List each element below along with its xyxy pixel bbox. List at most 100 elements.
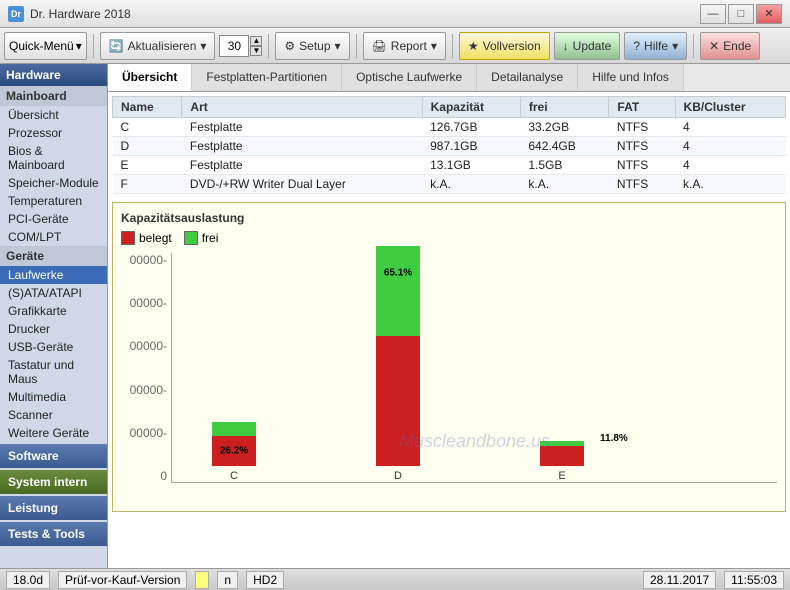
report-chevron-icon: ▾ [431, 39, 437, 53]
setup-button[interactable]: ⚙ Setup ▾ [275, 32, 349, 60]
bar-free-d: 65.1% [376, 246, 420, 336]
app-title: Dr. Hardware 2018 [30, 7, 131, 21]
bar-free-c [212, 422, 256, 436]
refresh-number-input[interactable] [219, 35, 249, 57]
sidebar-item-uebersicht[interactable]: Übersicht [0, 106, 107, 124]
sidebar-item-temperaturen[interactable]: Temperaturen [0, 192, 107, 210]
sidebar-mainboard-group: Mainboard [0, 86, 107, 106]
aktualisieren-button[interactable]: 🔄 Aktualisieren ▾ [100, 32, 216, 60]
status-date: 28.11.2017 [643, 571, 716, 589]
col-kbcluster: KB/Cluster [675, 97, 785, 118]
sidebar-leistung-header[interactable]: Leistung [0, 496, 107, 520]
tab-optische[interactable]: Optische Laufwerke [342, 64, 477, 91]
status-n: n [217, 571, 238, 589]
status-device [195, 571, 209, 589]
sidebar-item-bios[interactable]: Bios & Mainboard [0, 142, 107, 174]
tab-hilfe[interactable]: Hilfe und Infos [578, 64, 684, 91]
legend-used-label: belegt [139, 231, 172, 245]
sidebar-item-pci[interactable]: PCI-Geräte [0, 210, 107, 228]
tab-uebersicht[interactable]: Übersicht [108, 64, 192, 91]
toolbar-separator-3 [356, 34, 357, 58]
cell-kapazitaet: 13.1GB [422, 156, 520, 175]
cell-kbcluster: k.A. [675, 175, 785, 194]
cell-art: DVD-/+RW Writer Dual Layer [182, 175, 422, 194]
quick-menu-dropdown[interactable]: Quick-Menü ▾ [4, 32, 87, 60]
vollversion-button[interactable]: ★ Vollversion [459, 32, 550, 60]
sidebar-item-comlpt[interactable]: COM/LPT [0, 228, 107, 246]
chart-y-axis: 00000- 00000- 00000- 00000- 00000- 0 [121, 253, 171, 483]
content-area: Übersicht Festplatten-Partitionen Optisc… [108, 64, 790, 568]
bar-label-c: 26.2% [220, 446, 248, 457]
quick-menu-label: Quick-Menü [9, 39, 74, 53]
main-layout: Hardware Mainboard Übersicht Prozessor B… [0, 64, 790, 568]
cell-frei: k.A. [520, 175, 609, 194]
spin-up-button[interactable]: ▲ [250, 36, 262, 46]
cell-art: Festplatte [182, 156, 422, 175]
table-row: CFestplatte126.7GB33.2GBNTFS4 [113, 118, 786, 137]
chart-body: 00000- 00000- 00000- 00000- 00000- 0 26.… [121, 253, 777, 483]
setup-chevron-icon: ▾ [335, 39, 341, 53]
bar-xlabel-c: C [230, 470, 238, 482]
sidebar-tests-header[interactable]: Tests & Tools [0, 522, 107, 546]
drives-table: Name Art Kapazität frei FAT KB/Cluster C… [112, 96, 786, 194]
sidebar-software-header[interactable]: Software [0, 444, 107, 468]
legend-free-label: frei [202, 231, 219, 245]
sidebar-item-multimedia[interactable]: Multimedia [0, 388, 107, 406]
legend-used: belegt [121, 231, 172, 245]
sidebar-item-tastatur[interactable]: Tastatur und Maus [0, 356, 107, 388]
sidebar-item-speicher[interactable]: Speicher-Module [0, 174, 107, 192]
title-bar: Dr Dr. Hardware 2018 — □ ✕ [0, 0, 790, 28]
cell-frei: 642.4GB [520, 137, 609, 156]
col-art: Art [182, 97, 422, 118]
refresh-num-control: ▲ ▼ [219, 35, 262, 57]
legend-free: frei [184, 231, 219, 245]
setup-icon: ⚙ [284, 39, 295, 53]
sidebar-item-usb[interactable]: USB-Geräte [0, 338, 107, 356]
sidebar-item-drucker[interactable]: Drucker [0, 320, 107, 338]
legend-free-color [184, 231, 198, 245]
cell-frei: 1.5GB [520, 156, 609, 175]
legend-used-color [121, 231, 135, 245]
cell-frei: 33.2GB [520, 118, 609, 137]
cell-fat: NTFS [609, 156, 675, 175]
sidebar-item-scanner[interactable]: Scanner [0, 406, 107, 424]
bar-label-d: 65.1% [384, 268, 412, 279]
cell-kapazitaet: k.A. [422, 175, 520, 194]
sidebar-item-sata[interactable]: (S)ATA/ATAPI [0, 284, 107, 302]
tab-festplatten[interactable]: Festplatten-Partitionen [192, 64, 342, 91]
cell-kbcluster: 4 [675, 137, 785, 156]
sidebar-item-weitere[interactable]: Weitere Geräte [0, 424, 107, 442]
toolbar-separator-2 [268, 34, 269, 58]
hilfe-button[interactable]: ? Hilfe ▾ [624, 32, 687, 60]
update-button[interactable]: ↓ Update [554, 32, 621, 60]
chart-legend: belegt frei [121, 231, 777, 245]
sidebar-item-prozessor[interactable]: Prozessor [0, 124, 107, 142]
status-time: 11:55:03 [724, 571, 784, 589]
sidebar: Hardware Mainboard Übersicht Prozessor B… [0, 64, 108, 568]
sidebar-item-laufwerke[interactable]: Laufwerke [0, 266, 107, 284]
close-x-icon: ✕ [709, 39, 719, 53]
maximize-button[interactable]: □ [728, 4, 754, 24]
status-label: Prüf-vor-Kauf-Version [58, 571, 187, 589]
sidebar-item-grafikkarte[interactable]: Grafikkarte [0, 302, 107, 320]
status-hd2: HD2 [246, 571, 284, 589]
report-button[interactable]: 🖨 Report ▾ [363, 32, 446, 60]
sidebar-hardware-header[interactable]: Hardware [0, 64, 107, 86]
bar-group-c: 26.2% C [212, 422, 256, 482]
tab-detail[interactable]: Detailanalyse [477, 64, 578, 91]
drives-table-area: Name Art Kapazität frei FAT KB/Cluster C… [108, 92, 790, 198]
minimize-button[interactable]: — [700, 4, 726, 24]
spin-down-button[interactable]: ▼ [250, 46, 262, 56]
toolbar-separator-1 [93, 34, 94, 58]
bar-used-c: 26.2% [212, 436, 256, 466]
bar-stack-c: 26.2% [212, 422, 256, 466]
bar-xlabel-e: E [558, 470, 565, 482]
table-row: FDVD-/+RW Writer Dual Layerk.A.k.A.NTFSk… [113, 175, 786, 194]
watermark: Muscleandbone.us [399, 431, 550, 452]
hilfe-chevron-icon: ▾ [672, 39, 678, 53]
update-icon: ↓ [563, 39, 569, 53]
close-button[interactable]: ✕ [756, 4, 782, 24]
sidebar-system-header[interactable]: System intern [0, 470, 107, 494]
tab-bar: Übersicht Festplatten-Partitionen Optisc… [108, 64, 790, 92]
ende-button[interactable]: ✕ Ende [700, 32, 760, 60]
